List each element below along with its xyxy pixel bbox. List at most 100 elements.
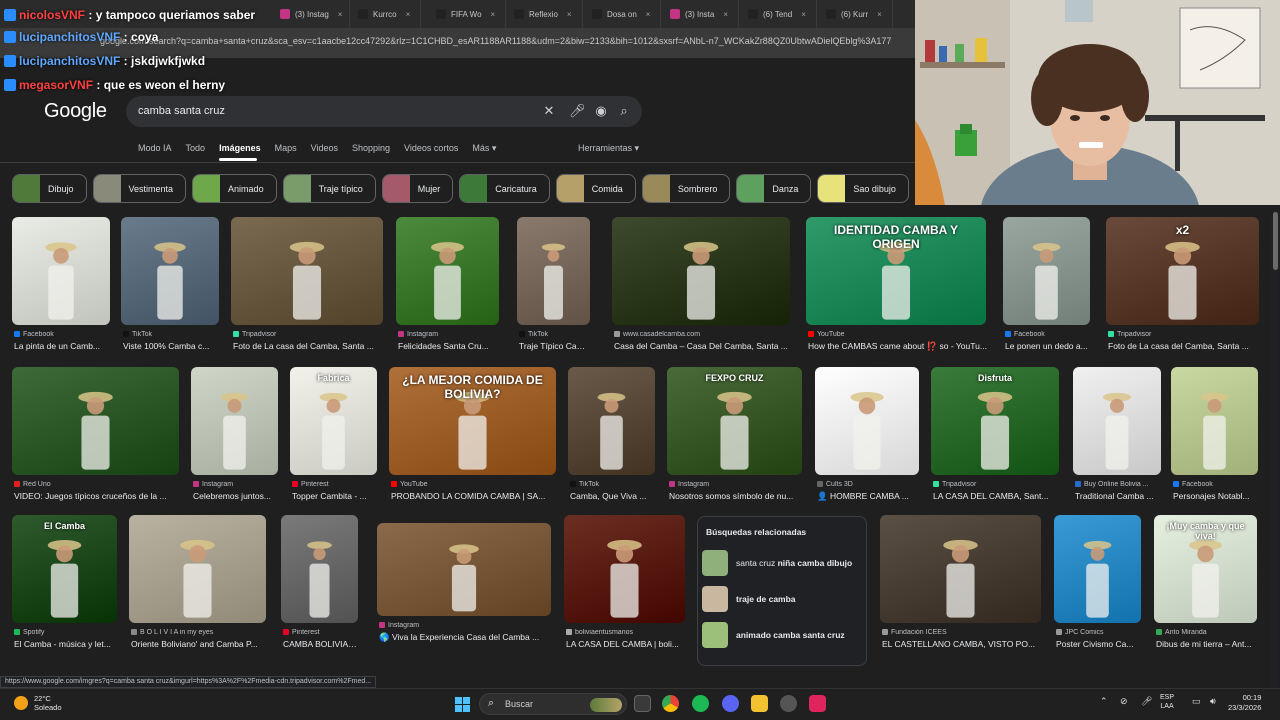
result-title[interactable]: Traje Típico Camb... (519, 341, 592, 351)
chip-sao-dibujo[interactable]: Sao dibujo (817, 174, 909, 203)
result-thumbnail[interactable] (281, 515, 358, 623)
result-source[interactable]: TikTok (123, 331, 221, 338)
result-thumbnail[interactable]: IDENTIDAD CAMBA Y ORIGEN (806, 217, 986, 325)
result-title[interactable]: Topper Cambita - ... (292, 491, 379, 501)
result-title[interactable]: LA CASA DEL CAMBA | boli... (566, 639, 687, 649)
result-title[interactable]: PROBANDO LA COMIDA CAMBA | SA... (391, 491, 558, 501)
result-source[interactable]: Anto Miranda (1156, 629, 1259, 636)
related-search-item[interactable]: traje de camba (702, 584, 864, 614)
tab-videos-cortos[interactable]: Videos cortos (404, 143, 458, 157)
close-tab-icon[interactable]: × (646, 10, 651, 19)
result-thumbnail[interactable] (564, 515, 685, 623)
result-thumbnail[interactable] (121, 217, 219, 325)
result-title[interactable]: Camba, Que Viva ... (570, 491, 657, 501)
result-title[interactable]: Nosotros somos símbolo de nu... (669, 491, 804, 501)
tab-imágenes[interactable]: Imágenes (219, 143, 261, 157)
result-source[interactable]: Facebook (1005, 331, 1092, 338)
result-source[interactable]: TikTok (570, 481, 657, 488)
result-title[interactable]: Dibus de mi tierra – Ant... (1156, 639, 1259, 649)
clear-icon[interactable]: ✕ (541, 103, 557, 119)
result-source[interactable]: Tripadvisor (933, 481, 1061, 488)
tab-shopping[interactable]: Shopping (352, 143, 390, 157)
browser-tab[interactable]: (6) Tend × (738, 0, 817, 28)
result-title[interactable]: Viste 100% Camba c... (123, 341, 221, 351)
result-source[interactable]: B O L I V I A in my eyes (131, 629, 268, 636)
close-tab-icon[interactable]: × (801, 10, 806, 19)
result-title[interactable]: Casa del Camba – Casa Del Camba, Santa .… (614, 341, 792, 351)
result-source[interactable]: Facebook (1173, 481, 1260, 488)
result-source[interactable]: Instagram (379, 622, 553, 629)
result-title[interactable]: Oriente Boliviano' and Camba P... (131, 639, 268, 649)
chip-sombrero[interactable]: Sombrero (641, 174, 731, 203)
result-thumbnail[interactable] (1003, 217, 1090, 325)
result-title[interactable]: Celebremos juntos... (193, 491, 280, 501)
result-source[interactable]: Spotify (14, 629, 119, 636)
taskbar-clock[interactable]: 00:19 23/3/2026 (1228, 693, 1261, 713)
tray-chevron-icon[interactable]: ⌃ (1100, 696, 1108, 707)
network-off-icon[interactable]: ⊘ (1120, 696, 1128, 707)
related-search-item[interactable]: santa cruz niña camba dibujo (702, 548, 864, 578)
result-title[interactable]: VIDEO: Juegos típicos cruceños de la ... (14, 491, 181, 501)
result-thumbnail[interactable] (1054, 515, 1141, 623)
display-icon[interactable]: ▭ (1192, 696, 1201, 707)
browser-tab[interactable]: Dosa on × (582, 0, 662, 28)
result-title[interactable]: Personajes Notabl... (1173, 491, 1260, 501)
result-source[interactable]: TikTok (519, 331, 592, 338)
google-logo[interactable]: Google (44, 100, 107, 123)
result-source[interactable]: JPC Comics (1056, 629, 1143, 636)
result-source[interactable]: Cults 3D (817, 481, 921, 488)
result-title[interactable]: Felicidades Santa Cru... (398, 341, 501, 351)
address-url[interactable]: google.com/search?q=camba+santa+cruz&sca… (100, 36, 891, 46)
page-scrollbar[interactable] (1271, 210, 1279, 688)
result-source[interactable]: boliviaentusmanos (566, 629, 687, 636)
tab-más-[interactable]: Más ▾ (472, 143, 496, 157)
result-title[interactable]: Foto de La casa del Camba, Santa ... (1108, 341, 1261, 351)
weather-widget[interactable]: 22°C Soleado (14, 694, 62, 712)
result-title[interactable]: EL CASTELLANO CAMBA, VISTO PO... (882, 639, 1043, 649)
close-tab-icon[interactable]: × (877, 10, 882, 19)
result-thumbnail[interactable] (129, 515, 266, 623)
result-thumbnail[interactable] (191, 367, 278, 475)
result-title[interactable]: CAMBA BOLIVIAN... (283, 639, 360, 649)
result-thumbnail[interactable] (396, 217, 499, 325)
result-thumbnail[interactable] (12, 367, 179, 475)
tab-modo-ia[interactable]: Modo IA (138, 143, 172, 157)
result-source[interactable]: Pinterest (283, 629, 360, 636)
result-thumbnail[interactable]: Fabrica (290, 367, 377, 475)
result-source[interactable]: Facebook (14, 331, 112, 338)
chip-traje-típico[interactable]: Traje típico (282, 174, 376, 203)
result-title[interactable]: Poster Civismo Ca... (1056, 639, 1143, 649)
chip-animado[interactable]: Animado (192, 174, 277, 203)
result-source[interactable]: YouTube (808, 331, 988, 338)
tools-button[interactable]: Herramientas ▾ (578, 143, 639, 154)
result-title[interactable]: Traditional Camba ... (1075, 491, 1163, 501)
volume-icon[interactable]: 🔊︎ (1210, 696, 1216, 707)
browser-tab[interactable]: (3) Instag × (270, 0, 350, 28)
close-tab-icon[interactable]: × (338, 10, 343, 19)
result-thumbnail[interactable]: ¡Muy camba y que viva! (1154, 515, 1257, 623)
close-tab-icon[interactable]: × (723, 10, 728, 19)
result-source[interactable]: Fundación ICEES (882, 629, 1043, 636)
result-thumbnail[interactable]: ¿LA MEJOR COMIDA DE BOLIVIA? (389, 367, 556, 475)
browser-tab[interactable]: Reflexio × (504, 0, 583, 28)
result-thumbnail[interactable] (612, 217, 790, 325)
search-box[interactable]: camba santa cruz ✕ 🎤︎ ◉ ⌕ (126, 96, 642, 127)
result-thumbnail[interactable] (377, 523, 551, 616)
search-icon[interactable]: ⌕ (616, 103, 632, 119)
close-tab-icon[interactable]: × (491, 10, 496, 19)
result-thumbnail[interactable] (12, 217, 110, 325)
result-title[interactable]: La pinta de un Camb... (14, 341, 112, 351)
result-thumbnail[interactable] (880, 515, 1041, 623)
result-title[interactable]: LA CASA DEL CAMBA, Sant... (933, 491, 1061, 501)
result-title[interactable]: Foto de La casa del Camba, Santa ... (233, 341, 385, 351)
microphone-icon[interactable]: 🎤︎ (1141, 696, 1152, 707)
search-input[interactable]: camba santa cruz (138, 105, 225, 117)
chrome-icon[interactable] (662, 695, 679, 712)
result-title[interactable]: 🌎 Viva la Experiencia Casa del Camba ... (379, 632, 553, 643)
microphone-icon[interactable]: 🎤︎ (569, 103, 586, 119)
result-thumbnail[interactable] (231, 217, 383, 325)
close-tab-icon[interactable]: × (567, 10, 572, 19)
chip-mujer[interactable]: Mujer (381, 174, 454, 203)
result-thumbnail[interactable] (517, 217, 590, 325)
result-source[interactable]: www.casadelcamba.com (614, 331, 792, 338)
